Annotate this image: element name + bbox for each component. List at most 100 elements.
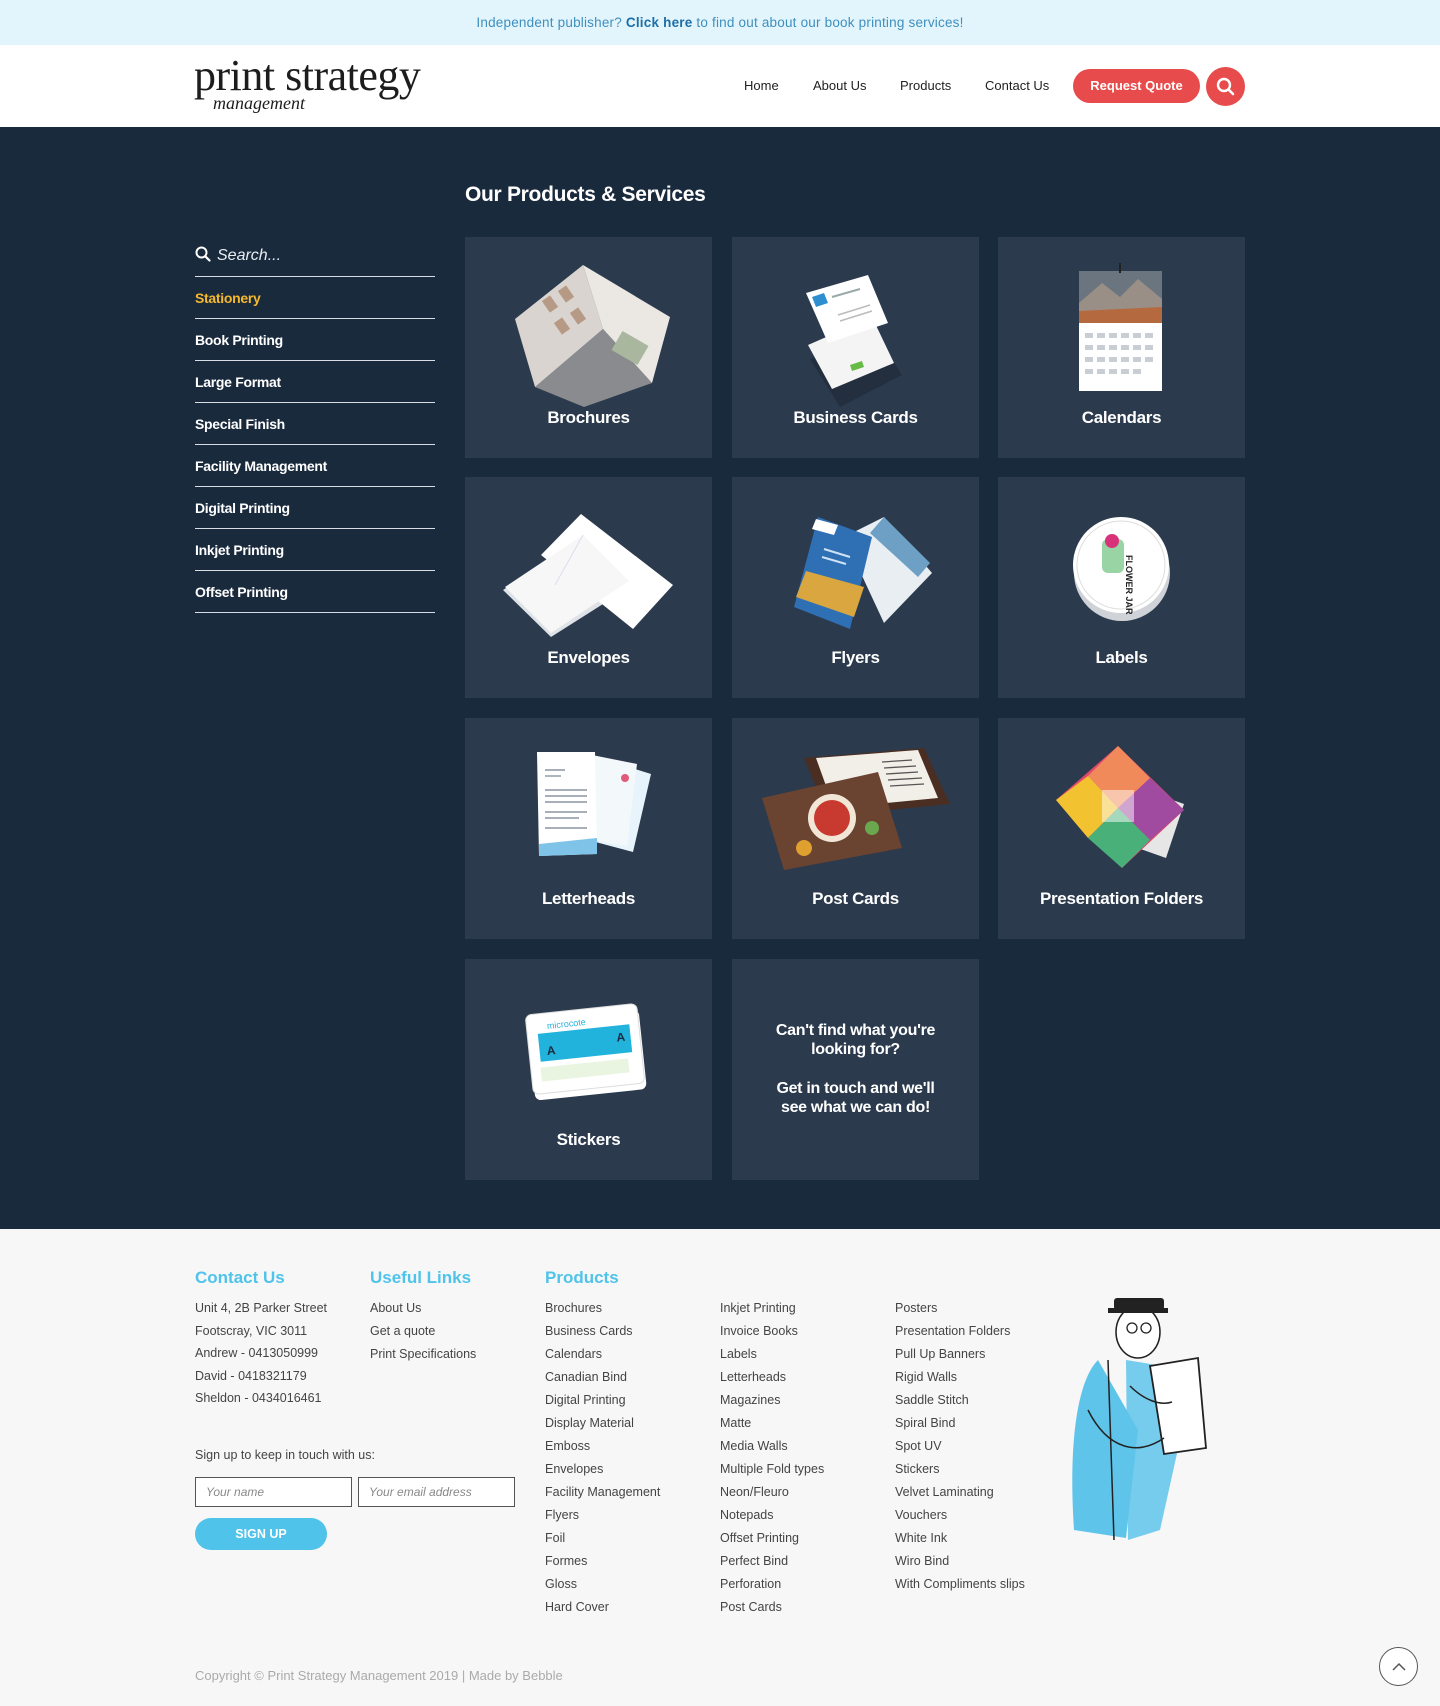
footer-product-link[interactable]: Perfect Bind [720,1550,824,1573]
contact-phone[interactable]: David - 0418321179 [195,1365,327,1388]
footer-product-link[interactable]: Hard Cover [545,1596,660,1619]
footer-link[interactable]: Get a quote [370,1320,476,1343]
product-card-business-cards[interactable]: Business Cards [732,237,979,458]
footer-contact-heading: Contact Us [195,1268,285,1287]
product-title: Brochures [547,408,630,427]
footer-product-link[interactable]: Matte [720,1412,824,1435]
footer-product-link[interactable]: Wiro Bind [895,1550,1025,1573]
sidebar-item-stationery[interactable]: Stationery [195,277,435,319]
product-card-brochures[interactable]: Brochures [465,237,712,458]
footer-product-link[interactable]: Multiple Fold types [720,1458,824,1481]
nav-home[interactable]: Home [744,66,779,106]
footer-product-link[interactable]: Pull Up Banners [895,1343,1025,1366]
product-title: Stickers [556,1130,621,1149]
sidebar-item-large-format[interactable]: Large Format [195,361,435,403]
product-card-presentation-folders[interactable]: Presentation Folders [998,718,1245,939]
sidebar-item-book-printing[interactable]: Book Printing [195,319,435,361]
footer-product-link[interactable]: Flyers [545,1504,660,1527]
product-card-flyers[interactable]: Flyers [732,477,979,698]
footer-product-link[interactable]: Posters [895,1297,1025,1320]
svg-text:A: A [616,1030,626,1045]
sidebar-search-input[interactable] [217,240,427,272]
contact-phone[interactable]: Andrew - 0413050999 [195,1342,327,1365]
product-card-calendars[interactable]: Calendars [998,237,1245,458]
footer-product-link[interactable]: Post Cards [720,1596,824,1619]
signup-email-input[interactable] [358,1477,515,1507]
footer-product-link[interactable]: Envelopes [545,1458,660,1481]
footer-product-link[interactable]: Formes [545,1550,660,1573]
footer-product-link[interactable]: Letterheads [720,1366,824,1389]
footer-product-link[interactable]: Saddle Stitch [895,1389,1025,1412]
signup-name-input[interactable] [195,1477,352,1507]
footer-product-link[interactable]: Inkjet Printing [720,1297,824,1320]
cta-line-1: Can't find what you're [775,1022,936,1039]
footer-product-link[interactable]: Emboss [545,1435,660,1458]
footer-product-link[interactable]: White Ink [895,1527,1025,1550]
footer-product-link[interactable]: Perforation [720,1573,824,1596]
footer-product-link[interactable]: Offset Printing [720,1527,824,1550]
product-card-letterheads[interactable]: Letterheads [465,718,712,939]
sidebar-item-inkjet-printing[interactable]: Inkjet Printing [195,529,435,571]
footer-links-heading: Useful Links [370,1268,472,1287]
cta-line-3: Get in touch and we'll [776,1080,935,1097]
footer-product-link[interactable]: With Compliments slips [895,1573,1025,1596]
sidebar-item-offset-printing[interactable]: Offset Printing [195,571,435,613]
request-quote-button[interactable]: Request Quote [1073,69,1200,103]
footer-product-link[interactable]: Foil [545,1527,660,1550]
product-title: Business Cards [793,408,918,427]
footer-product-link[interactable]: Digital Printing [545,1389,660,1412]
footer-product-link[interactable]: Display Material [545,1412,660,1435]
cta-line-4: see what we can do! [780,1099,930,1116]
footer-product-link[interactable]: Stickers [895,1458,1025,1481]
footer-product-link[interactable]: Media Walls [720,1435,824,1458]
footer-link[interactable]: Print Specifications [370,1343,476,1366]
footer-product-link[interactable]: Vouchers [895,1504,1025,1527]
footer-product-link[interactable]: Notepads [720,1504,824,1527]
footer-product-link[interactable]: Neon/Fleuro [720,1481,824,1504]
sidebar-item-special-finish[interactable]: Special Finish [195,403,435,445]
footer-product-link[interactable]: Rigid Walls [895,1366,1025,1389]
svg-text:FLOWER JAR: FLOWER JAR [1124,555,1134,615]
footer-product-link[interactable]: Spot UV [895,1435,1025,1458]
search-icon [195,246,211,262]
product-card-post-cards[interactable]: Post Cards [732,718,979,939]
footer-product-link[interactable]: Invoice Books [720,1320,824,1343]
footer-products-heading: Products [545,1268,619,1287]
footer-product-link[interactable]: Spiral Bind [895,1412,1025,1435]
nav-products[interactable]: Products [900,66,951,106]
copyright-text: Copyright © Print Strategy Management 20… [195,1668,563,1683]
footer-product-link[interactable]: Business Cards [545,1320,660,1343]
footer-product-link[interactable]: Brochures [545,1297,660,1320]
footer-product-link[interactable]: Velvet Laminating [895,1481,1025,1504]
product-title: Letterheads [541,889,636,908]
footer-product-link[interactable]: Presentation Folders [895,1320,1025,1343]
stickers-image: microcote A A [525,1003,647,1101]
nav-contact[interactable]: Contact Us [985,66,1049,106]
footer-link[interactable]: About Us [370,1297,476,1320]
brochure-image [515,265,670,407]
product-card-stickers[interactable]: microcote A A Stickers [465,959,712,1180]
announcement-link[interactable]: Click here [626,15,693,30]
footer-product-link[interactable]: Gloss [545,1573,660,1596]
footer-products-col-3: Posters Presentation Folders Pull Up Ban… [895,1297,1025,1596]
nav-about[interactable]: About Us [813,66,866,106]
product-card-labels[interactable]: FLOWER JAR Labels [998,477,1245,698]
back-to-top-button[interactable] [1379,1647,1418,1686]
footer-product-link[interactable]: Calendars [545,1343,660,1366]
contact-phone[interactable]: Sheldon - 0434016461 [195,1387,327,1410]
cta-card[interactable]: Can't find what you're looking for? Get … [732,959,979,1180]
footer-product-link[interactable]: Labels [720,1343,824,1366]
header-search-button[interactable] [1206,67,1245,106]
footer-product-link[interactable]: Canadian Bind [545,1366,660,1389]
arrow-up-icon [1392,1662,1406,1671]
footer-product-link[interactable]: Magazines [720,1389,824,1412]
product-card-envelopes[interactable]: Envelopes [465,477,712,698]
svg-text:A: A [546,1043,556,1058]
signup-button[interactable]: SIGN UP [195,1518,327,1550]
sidebar-item-digital-printing[interactable]: Digital Printing [195,487,435,529]
sidebar-item-facility-management[interactable]: Facility Management [195,445,435,487]
sidebar-search [195,240,435,277]
footer-product-link[interactable]: Facility Management [545,1481,660,1504]
presentation-folders-image [1056,746,1184,868]
labels-image: FLOWER JAR [1073,517,1170,621]
